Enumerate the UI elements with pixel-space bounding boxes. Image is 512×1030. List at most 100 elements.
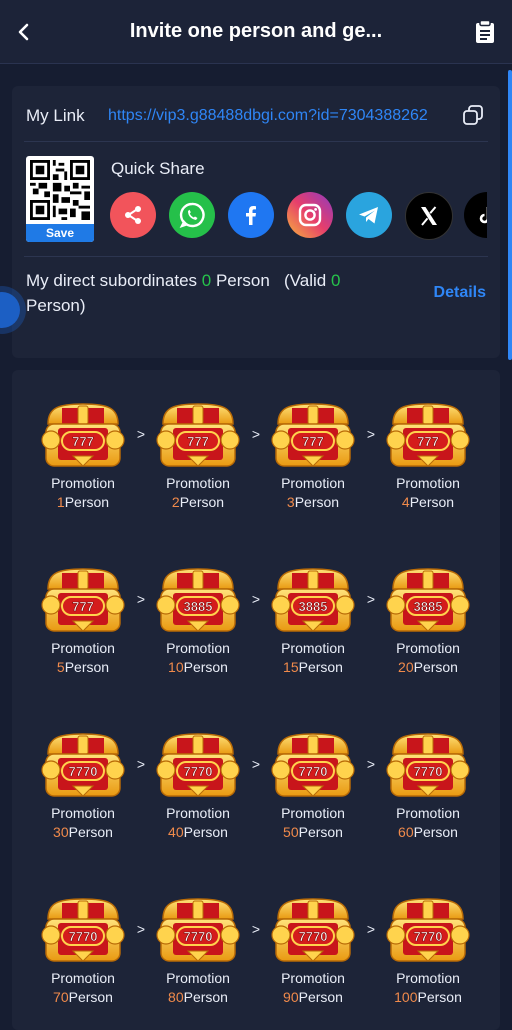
page-title: Invite one person and ge... bbox=[129, 20, 383, 42]
svg-text:7770: 7770 bbox=[299, 929, 328, 944]
treasure-chest-icon: 777 bbox=[271, 403, 355, 467]
svg-text:3885: 3885 bbox=[414, 599, 443, 614]
reward-label: Promotion bbox=[51, 805, 115, 821]
subordinates-unit: Person bbox=[215, 271, 270, 290]
next-arrow: > bbox=[136, 921, 146, 937]
reward-item: 7770 Promotion 40Person bbox=[148, 730, 248, 842]
reward-unit: Person bbox=[298, 989, 343, 1005]
svg-text:7770: 7770 bbox=[184, 929, 213, 944]
treasure-chest-icon: 7770 bbox=[271, 733, 355, 797]
reward-unit: Person bbox=[183, 989, 228, 1005]
next-arrow: > bbox=[251, 756, 261, 772]
reward-label: Promotion bbox=[166, 970, 230, 986]
reward-unit: Person bbox=[179, 494, 225, 510]
reward-requirement: 90Person bbox=[263, 988, 363, 1007]
reward-count: 10 bbox=[168, 659, 184, 675]
treasure-chest-icon: 7770 bbox=[271, 898, 355, 962]
details-link[interactable]: Details bbox=[434, 284, 486, 302]
next-arrow: > bbox=[366, 591, 376, 607]
reward-label: Promotion bbox=[281, 805, 345, 821]
whatsapp-icon[interactable] bbox=[169, 192, 215, 238]
next-arrow: > bbox=[251, 591, 261, 607]
reward-item: 777 Promotion 3Person bbox=[263, 400, 363, 512]
reward-item: 777 Promotion 1Person bbox=[33, 400, 133, 512]
reward-unit: Person bbox=[183, 824, 228, 840]
treasure-chest-icon: 777 bbox=[41, 568, 125, 632]
next-arrow: > bbox=[366, 756, 376, 772]
reward-item: 3885 Promotion 10Person bbox=[148, 565, 248, 677]
subordinates-summary: My direct subordinates 0 Person (Valid 0… bbox=[26, 268, 426, 318]
clipboard-icon[interactable] bbox=[474, 20, 496, 44]
treasure-chest-icon: 777 bbox=[386, 403, 470, 467]
scrollbar[interactable] bbox=[508, 70, 512, 360]
reward-count: 40 bbox=[168, 824, 184, 840]
next-arrow: > bbox=[251, 426, 261, 442]
reward-requirement: 3Person bbox=[263, 493, 363, 512]
my-link-url[interactable]: https://vip3.g88488dbgi.com?id=730438826… bbox=[108, 107, 470, 125]
reward-requirement: 5Person bbox=[33, 658, 133, 677]
facebook-icon[interactable] bbox=[228, 192, 274, 238]
quick-share-row bbox=[110, 192, 487, 242]
valid-count: 0 bbox=[330, 271, 341, 290]
back-chevron-icon[interactable] bbox=[12, 20, 36, 44]
reward-requirement: 4Person bbox=[378, 493, 478, 512]
svg-text:7770: 7770 bbox=[414, 764, 443, 779]
reward-label: Promotion bbox=[396, 640, 460, 656]
instagram-icon[interactable] bbox=[287, 192, 333, 238]
svg-text:777: 777 bbox=[72, 434, 94, 449]
svg-text:7770: 7770 bbox=[299, 764, 328, 779]
reward-label: Promotion bbox=[396, 475, 460, 491]
next-arrow: > bbox=[366, 921, 376, 937]
reward-count: 20 bbox=[398, 659, 414, 675]
svg-text:7770: 7770 bbox=[69, 929, 98, 944]
svg-text:777: 777 bbox=[417, 434, 439, 449]
subordinates-count: 0 bbox=[201, 271, 212, 290]
reward-item: 7770 Promotion 80Person bbox=[148, 895, 248, 1007]
reward-requirement: 2Person bbox=[148, 493, 248, 512]
share-icon[interactable] bbox=[110, 192, 156, 238]
reward-item: 777 Promotion 4Person bbox=[378, 400, 478, 512]
reward-label: Promotion bbox=[51, 970, 115, 986]
my-link-row: My Link https://vip3.g88488dbgi.com?id=7… bbox=[26, 104, 486, 128]
reward-count: 90 bbox=[283, 989, 299, 1005]
reward-requirement: 70Person bbox=[33, 988, 133, 1007]
reward-label: Promotion bbox=[166, 640, 230, 656]
reward-requirement: 80Person bbox=[148, 988, 248, 1007]
reward-requirement: 30Person bbox=[33, 823, 133, 842]
reward-unit: Person bbox=[68, 989, 113, 1005]
next-arrow: > bbox=[136, 591, 146, 607]
svg-text:777: 777 bbox=[72, 599, 94, 614]
copy-icon[interactable] bbox=[462, 104, 484, 126]
next-arrow: > bbox=[136, 426, 146, 442]
tiktok-icon[interactable] bbox=[464, 192, 487, 238]
reward-count: 70 bbox=[53, 989, 69, 1005]
svg-text:3885: 3885 bbox=[299, 599, 328, 614]
subordinates-prefix: My direct subordinates bbox=[26, 271, 198, 290]
next-arrow: > bbox=[251, 921, 261, 937]
reward-count: 5 bbox=[56, 659, 65, 675]
reward-count: 4 bbox=[401, 494, 410, 510]
svg-text:777: 777 bbox=[302, 434, 324, 449]
reward-unit: Person bbox=[298, 824, 343, 840]
reward-item: 777 Promotion 2Person bbox=[148, 400, 248, 512]
reward-item: 7770 Promotion 30Person bbox=[33, 730, 133, 842]
qr-code[interactable]: Save bbox=[26, 156, 94, 242]
save-qr-button[interactable]: Save bbox=[26, 224, 94, 242]
next-arrow: > bbox=[136, 756, 146, 772]
reward-unit: Person bbox=[64, 659, 110, 675]
valid-suffix: Person) bbox=[26, 296, 86, 315]
reward-unit: Person bbox=[413, 659, 458, 675]
reward-unit: Person bbox=[409, 494, 455, 510]
reward-item: 7770 Promotion 100Person bbox=[378, 895, 478, 1007]
telegram-icon[interactable] bbox=[346, 192, 392, 238]
reward-item: 7770 Promotion 50Person bbox=[263, 730, 363, 842]
reward-unit: Person bbox=[183, 659, 228, 675]
reward-requirement: 10Person bbox=[148, 658, 248, 677]
reward-count: 1 bbox=[56, 494, 65, 510]
my-link-label: My Link bbox=[26, 106, 85, 125]
x-icon[interactable] bbox=[405, 192, 453, 240]
reward-label: Promotion bbox=[166, 475, 230, 491]
reward-item: 3885 Promotion 20Person bbox=[378, 565, 478, 677]
reward-requirement: 20Person bbox=[378, 658, 478, 677]
reward-count: 15 bbox=[283, 659, 299, 675]
